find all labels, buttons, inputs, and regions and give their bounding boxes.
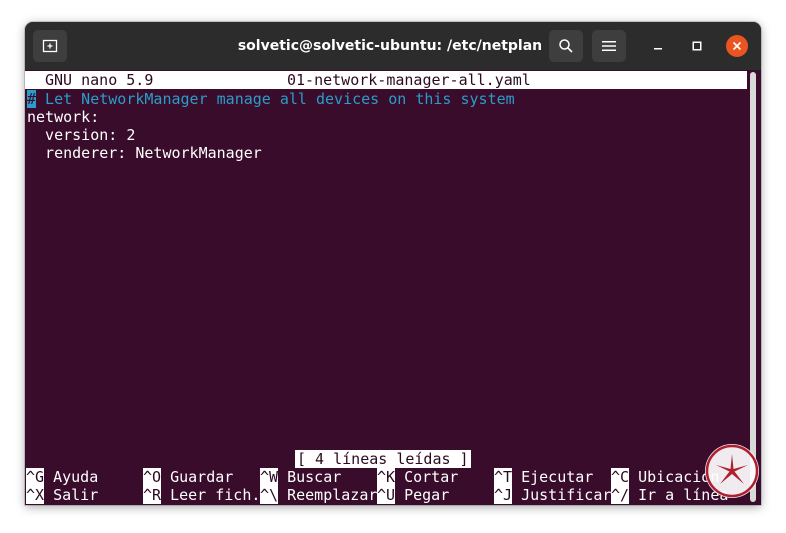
search-icon bbox=[559, 39, 573, 53]
terminal-area[interactable]: GNU nano 5.9 01-network-manager-all.yaml… bbox=[25, 70, 761, 505]
nano-header: GNU nano 5.9 01-network-manager-all.yaml bbox=[25, 71, 747, 89]
maximize-button[interactable] bbox=[686, 35, 708, 57]
editor-line: # Let NetworkManager manage all devices … bbox=[27, 90, 515, 108]
hamburger-menu-icon bbox=[602, 41, 616, 51]
close-button[interactable] bbox=[726, 35, 748, 57]
editor-line: renderer: NetworkManager bbox=[27, 144, 262, 162]
shortcut-label: Leer fich. bbox=[161, 486, 261, 504]
editor-line: network: bbox=[27, 108, 100, 126]
shortcut-key: ^C bbox=[611, 468, 630, 486]
shortcut-label: Buscar bbox=[278, 468, 342, 486]
title-bar: solvetic@solvetic-ubuntu: /etc/netplan bbox=[25, 22, 761, 70]
close-icon bbox=[732, 41, 742, 51]
shortcut-key: ^U bbox=[377, 486, 396, 504]
shortcut-key: ^\ bbox=[260, 486, 279, 504]
shortcut-read-file[interactable]: ^R Leer fich. bbox=[143, 486, 260, 504]
shortcut-label: Salir bbox=[44, 486, 99, 504]
shortcut-paste[interactable]: ^U Pegar bbox=[377, 486, 449, 504]
minimize-button[interactable] bbox=[647, 35, 669, 57]
shortcut-justify[interactable]: ^J Justificar bbox=[494, 486, 611, 504]
shortcut-save[interactable]: ^O Guardar bbox=[143, 468, 233, 486]
shortcut-key: ^/ bbox=[611, 486, 630, 504]
shortcut-key: ^G bbox=[26, 468, 45, 486]
shortcut-label: Justificar bbox=[512, 486, 612, 504]
window-title: solvetic@solvetic-ubuntu: /etc/netplan bbox=[237, 38, 543, 54]
terminal-window: solvetic@solvetic-ubuntu: /etc/netplan G… bbox=[25, 22, 761, 505]
shortcut-row: ^G Ayuda ^O Guardar ^W Buscar ^K Cortar … bbox=[25, 468, 747, 486]
minimize-icon bbox=[654, 48, 662, 50]
shortcut-search[interactable]: ^W Buscar bbox=[260, 468, 341, 486]
shortcut-key: ^J bbox=[494, 486, 513, 504]
shortcut-exit[interactable]: ^X Salir bbox=[26, 486, 98, 504]
shortcut-key: ^X bbox=[26, 486, 45, 504]
shortcut-label: Reemplazar bbox=[278, 486, 378, 504]
solvetic-logo-icon bbox=[705, 444, 759, 498]
nano-version: GNU nano 5.9 bbox=[45, 71, 154, 89]
shortcut-key: ^W bbox=[260, 468, 279, 486]
status-message: [ 4 líneas leídas ] bbox=[295, 450, 471, 468]
shortcut-help[interactable]: ^G Ayuda bbox=[26, 468, 98, 486]
shortcut-label: Ejecutar bbox=[512, 468, 594, 486]
shortcut-label: Guardar bbox=[161, 468, 234, 486]
maximize-icon bbox=[692, 41, 702, 51]
shortcut-key: ^R bbox=[143, 486, 162, 504]
text-cursor: # bbox=[27, 90, 37, 108]
shortcut-key: ^O bbox=[143, 468, 162, 486]
new-tab-button[interactable] bbox=[33, 30, 67, 62]
shortcut-label: Cortar bbox=[395, 468, 459, 486]
new-tab-icon bbox=[42, 39, 58, 53]
editor-line: version: 2 bbox=[27, 126, 136, 144]
shortcut-row: ^X Salir ^R Leer fich. ^\ Reemplazar ^U … bbox=[25, 486, 747, 504]
shortcut-label: Pegar bbox=[395, 486, 450, 504]
comment-text: Let NetworkManager manage all devices on… bbox=[36, 90, 515, 108]
scrollbar[interactable] bbox=[750, 72, 756, 502]
shortcut-label: Ayuda bbox=[44, 468, 99, 486]
shortcut-cut[interactable]: ^K Cortar bbox=[377, 468, 458, 486]
menu-button[interactable] bbox=[592, 30, 626, 62]
shortcut-key: ^K bbox=[377, 468, 396, 486]
shortcut-replace[interactable]: ^\ Reemplazar bbox=[260, 486, 377, 504]
shortcut-execute[interactable]: ^T Ejecutar bbox=[494, 468, 593, 486]
search-button[interactable] bbox=[549, 30, 583, 62]
nano-filename: 01-network-manager-all.yaml bbox=[287, 71, 531, 89]
shortcut-key: ^T bbox=[494, 468, 513, 486]
